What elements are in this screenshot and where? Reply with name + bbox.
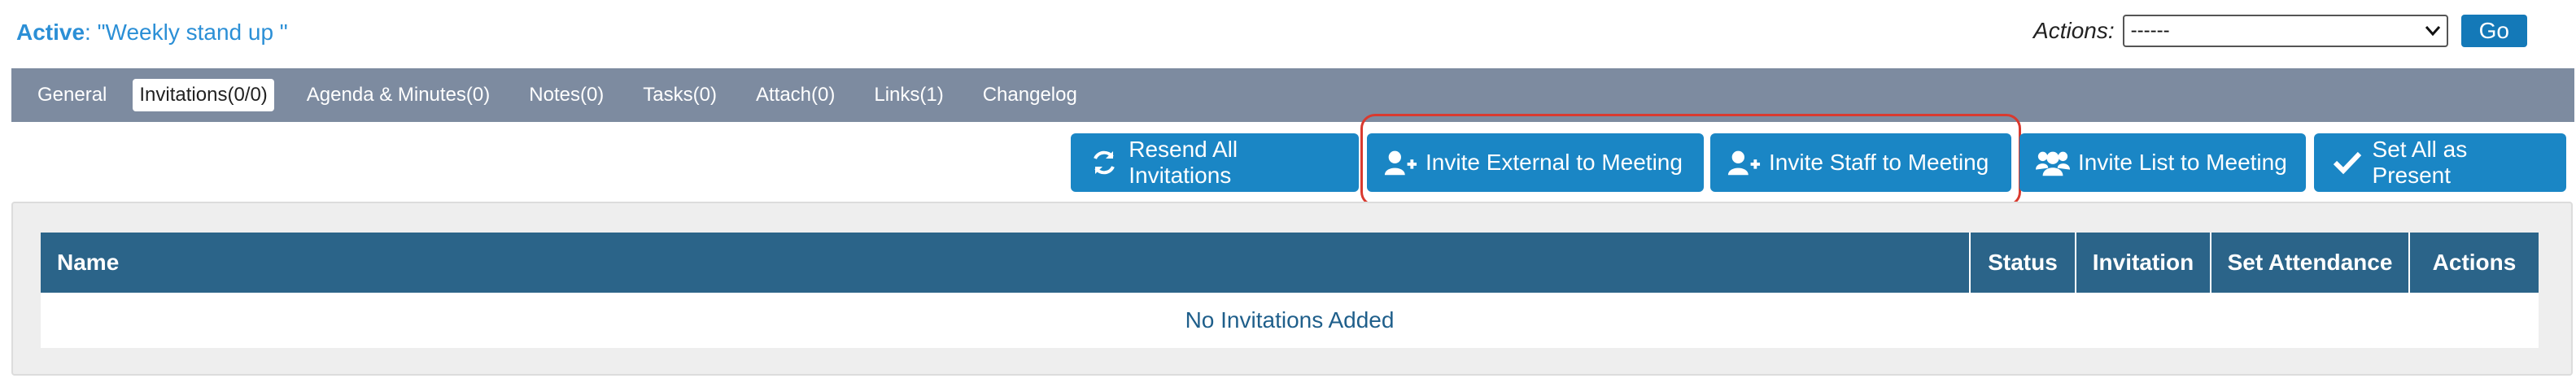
column-header-name[interactable]: Name bbox=[41, 233, 1971, 293]
column-header-status[interactable]: Status bbox=[1971, 233, 2076, 293]
tab-links[interactable]: Links(1) bbox=[867, 79, 950, 111]
refresh-icon bbox=[1087, 149, 1120, 176]
resend-all-invitations-label: Resend All Invitations bbox=[1129, 137, 1238, 188]
tab-notes[interactable]: Notes(0) bbox=[522, 79, 610, 111]
tab-invitations[interactable]: Invitations(0/0) bbox=[133, 79, 274, 111]
meeting-invitations-page: Active: "Weekly stand up " Actions: ----… bbox=[0, 0, 2576, 387]
tab-agenda-minutes[interactable]: Agenda & Minutes(0) bbox=[300, 79, 496, 111]
tab-attach[interactable]: Attach(0) bbox=[749, 79, 841, 111]
tab-tasks[interactable]: Tasks(0) bbox=[636, 79, 723, 111]
tab-general[interactable]: General bbox=[31, 79, 113, 111]
actions-label: Actions: bbox=[2033, 18, 2115, 43]
resend-all-invitations-button[interactable]: Resend All Invitations bbox=[1071, 133, 1359, 192]
actions-toolbar: Actions: ------ Go bbox=[2033, 15, 2527, 47]
user-plus-icon bbox=[1383, 149, 1417, 176]
tab-bar: General Invitations(0/0) Agenda & Minute… bbox=[11, 68, 2574, 122]
set-all-present-button[interactable]: Set All as Present bbox=[2314, 133, 2566, 192]
chevron-down-icon bbox=[2425, 22, 2440, 41]
actions-select-value: ------ bbox=[2130, 20, 2170, 41]
meeting-name: : "Weekly stand up " bbox=[85, 20, 288, 45]
column-header-actions[interactable]: Actions bbox=[2410, 233, 2539, 293]
check-icon bbox=[2330, 149, 2364, 176]
invite-list-label: Invite List to Meeting bbox=[2078, 150, 2287, 175]
invitations-table: Name Status Invitation Set Attendance Ac… bbox=[41, 233, 2539, 348]
invitation-actions: Resend All Invitations Invite External t… bbox=[0, 133, 2576, 192]
invite-external-button[interactable]: Invite External to Meeting bbox=[1367, 133, 1704, 192]
invite-staff-button[interactable]: Invite Staff to Meeting bbox=[1710, 133, 2011, 192]
tab-changelog[interactable]: Changelog bbox=[976, 79, 1084, 111]
set-all-present-label: Set All as Present bbox=[2372, 137, 2468, 188]
active-meeting-title: Active: "Weekly stand up " bbox=[16, 20, 288, 46]
column-header-invitation[interactable]: Invitation bbox=[2076, 233, 2211, 293]
column-header-set-attendance[interactable]: Set Attendance bbox=[2211, 233, 2410, 293]
empty-table-message: No Invitations Added bbox=[41, 293, 2539, 348]
invite-staff-label: Invite Staff to Meeting bbox=[1769, 150, 1989, 175]
active-label: Active bbox=[16, 20, 85, 45]
users-icon bbox=[2036, 149, 2070, 176]
invite-external-label: Invite External to Meeting bbox=[1426, 150, 1683, 175]
user-plus-icon bbox=[1727, 149, 1761, 176]
actions-select[interactable]: ------ bbox=[2122, 15, 2448, 47]
table-header: Name Status Invitation Set Attendance Ac… bbox=[41, 233, 2539, 293]
invite-list-button[interactable]: Invite List to Meeting bbox=[2019, 133, 2306, 192]
go-button[interactable]: Go bbox=[2460, 15, 2527, 47]
